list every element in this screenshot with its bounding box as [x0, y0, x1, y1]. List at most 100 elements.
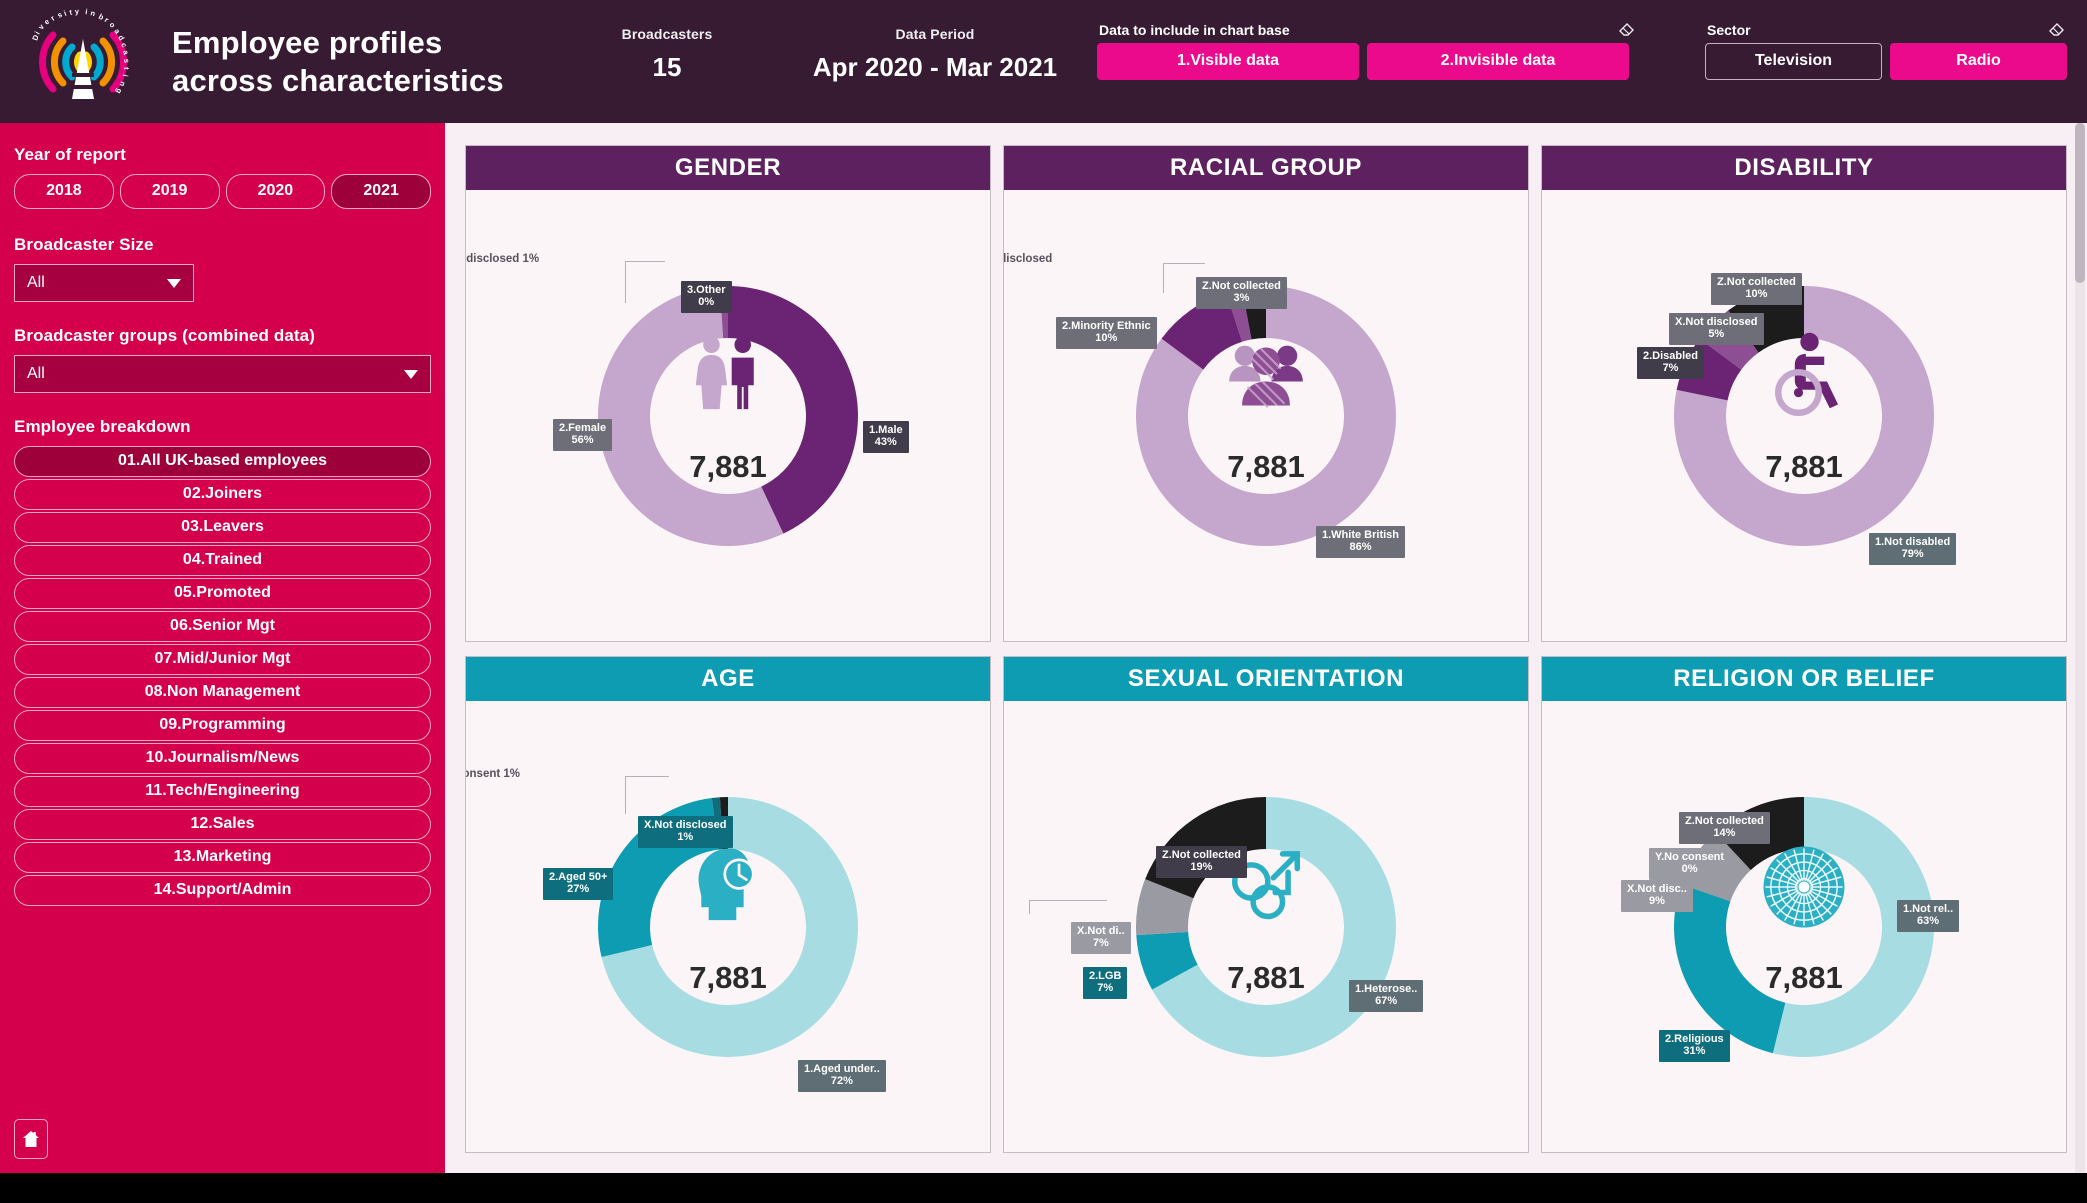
chart-body: 7,8811.Male43%2.Female56%3.Other0%X.Not … — [466, 190, 990, 641]
breakdown-item-01[interactable]: 01.All UK-based employees — [14, 446, 431, 477]
slice-data-label: 2.Aged 50+ 27% — [543, 867, 614, 901]
charts-area: GENDER 7,881 1.Male 43% 2.Female 56% 3.Other 0… — [445, 123, 2087, 1173]
broadcasters-value: 15 — [652, 52, 682, 82]
donut-chart[interactable]: 7,881 1.White British 86% 2.Minority Ethnic… — [1004, 251, 1431, 581]
slice-data-label: Z.Not collected 10% — [1711, 272, 1802, 306]
breakdown-item-12[interactable]: 12.Sales — [14, 809, 431, 840]
breakdown-item-11[interactable]: 11.Tech/Engineering — [14, 776, 431, 807]
dashboard-root: D i v e r s i t y i n b r o a d c a s t … — [0, 0, 2087, 1203]
chevron-down-icon — [167, 278, 181, 288]
svg-text:s: s — [122, 58, 131, 63]
chart-card-disability: DISABILITY 7,881 Z.Not collected 10% X.Not … — [1541, 145, 2067, 642]
breakdown-item-05[interactable]: 05.Promoted — [14, 578, 431, 609]
chart-body: 7,881 Z.Not collected 19% X.Not di.. 7% 2.LGB… — [1004, 701, 1528, 1152]
app-header: D i v e r s i t y i n b r o a d c a s t … — [0, 0, 2087, 123]
broadcasters-kpi: Broadcasters 15 — [582, 26, 752, 83]
breakdown-item-14[interactable]: 14.Support/Admin — [14, 875, 431, 906]
chart-body: 7,881 Z.Not collected 14% Y.No consent 0% X.N… — [1542, 701, 2066, 1152]
callout-leader-line — [625, 775, 669, 814]
chart-title: RELIGION OR BELIEF — [1542, 657, 2066, 701]
sector-option-radio[interactable]: Radio — [1890, 43, 2067, 80]
donut-chart[interactable]: 7,881 Z.Not collected 10% X.Not disclosed 5%… — [1637, 251, 1969, 581]
callout-leader-line — [625, 260, 665, 303]
broadcaster-groups-dropdown[interactable]: All — [14, 355, 431, 393]
clear-filter-icon[interactable] — [1619, 23, 1635, 37]
chart-base-label: Data to include in chart base — [1099, 22, 1290, 38]
breakdown-item-08[interactable]: 08.Non Management — [14, 677, 431, 708]
slice-data-label: Z.Not collected 3% — [1196, 276, 1287, 310]
donut-chart[interactable]: 7,881 X.Not disclosed 1% 2.Aged 50+ 27% 1.Age… — [466, 762, 893, 1093]
chart-base-options: 1.Visible data 2.Invisible data — [1097, 43, 1637, 80]
svg-text:n: n — [89, 8, 96, 18]
vertical-scrollbar[interactable] — [2075, 123, 2085, 1173]
filters-sidebar: Year of report 2018 2019 2020 2021 Broad… — [0, 123, 445, 1173]
slice-data-label: 2.Religious 31% — [1659, 1029, 1730, 1063]
data-period-value: Apr 2020 - Mar 2021 — [812, 52, 1058, 82]
chart-base-slicer: Data to include in chart base 1.Visible … — [1097, 22, 1637, 80]
sector-label: Sector — [1707, 22, 1751, 38]
chart-base-slicer-head: Data to include in chart base — [1097, 22, 1637, 38]
breakdown-item-06[interactable]: 06.Senior Mgt — [14, 611, 431, 642]
year-of-report-label: Year of report — [14, 145, 126, 164]
sector-option-television[interactable]: Television — [1705, 43, 1882, 80]
chart-title: RACIAL GROUP — [1004, 146, 1528, 190]
breakdown-item-02[interactable]: 02.Joiners — [14, 479, 431, 510]
slice-data-label: 1.Aged under.. 72% — [798, 1059, 886, 1093]
breakdown-item-13[interactable]: 13.Marketing — [14, 842, 431, 873]
slice-data-label: X.Not disclosed 1% — [638, 815, 733, 849]
chart-base-option-invisible[interactable]: 2.Invisible data — [1367, 43, 1629, 80]
chart-title: DISABILITY — [1542, 146, 2066, 190]
slice-data-label: 2.LGB 7% — [1083, 966, 1128, 1000]
sector-slicer: Sector Television Radio — [1705, 22, 2067, 80]
breakdown-item-09[interactable]: 09.Programming — [14, 710, 431, 741]
chevron-down-icon — [404, 369, 418, 379]
breakdown-item-07[interactable]: 07.Mid/Junior Mgt — [14, 644, 431, 675]
slice-data-label: X.Not disc.. 9% — [1621, 879, 1693, 913]
donut-chart[interactable]: 7,881 Z.Not collected 14% Y.No consent 0% X.N… — [1621, 762, 1969, 1092]
chart-body: 7,881 X.Not disclosed 1% 2.Aged 50+ 27% 1.Age… — [466, 701, 990, 1152]
slice-data-label: 1.Not disabled 79% — [1869, 532, 1957, 566]
year-option-2021[interactable]: 2021 — [331, 174, 431, 209]
broadcasters-label: Broadcasters — [621, 26, 713, 42]
year-option-2020[interactable]: 2020 — [225, 174, 326, 209]
donut-chart[interactable]: 7,881 Z.Not collected 19% X.Not di.. 7% 2.LGB… — [1029, 762, 1431, 1092]
clear-filter-icon[interactable] — [2049, 23, 2065, 37]
broadcaster-size-value: All — [27, 274, 45, 291]
home-button[interactable] — [14, 1119, 48, 1159]
chart-card-religion-or-belief: RELIGION OR BELIEF 7,881 Z.Not collected 1… — [1541, 656, 2067, 1153]
slice-data-label: Z.Not collected 14% — [1679, 811, 1770, 845]
data-period-label: Data Period — [895, 26, 975, 42]
page-title-line1: Employee profiles — [172, 24, 443, 60]
employee-breakdown-list: 01.All UK-based employees 02.Joiners 03.… — [14, 446, 431, 906]
svg-text:y: y — [75, 7, 81, 16]
charts-grid: GENDER 7,881 1.Male 43% 2.Female 56% 3.Other 0… — [465, 145, 2067, 1153]
chart-card-racial-group: RACIAL GROUP 7,881 1.White British 86% 2.Mi… — [1003, 145, 1529, 642]
broadcaster-size-dropdown[interactable]: All — [14, 264, 194, 302]
chart-base-option-visible[interactable]: 1.Visible data — [1097, 43, 1359, 80]
chart-title: SEXUAL ORIENTATION — [1004, 657, 1528, 701]
slice-callout-label: X.Not disclosed 1% — [466, 252, 540, 265]
brand-logo: D i v e r s i t y i n b r o a d c a s t … — [8, 7, 158, 117]
sector-slicer-head: Sector — [1705, 22, 2067, 38]
chart-card-age: AGE 7,881 X.Not disclosed 1% 2.Aged 50+ 27% 1… — [465, 656, 991, 1153]
broadcaster-groups-value: All — [27, 365, 45, 382]
breakdown-item-10[interactable]: 10.Journalism/News — [14, 743, 431, 774]
breakdown-item-04[interactable]: 04.Trained — [14, 545, 431, 576]
broadcaster-size-label: Broadcaster Size — [14, 235, 154, 254]
page-title-line2: across characteristics — [172, 62, 504, 98]
slice-data-label: 1.Heterose.. 67% — [1349, 979, 1424, 1013]
slice-data-label: 1.Male 43% — [863, 420, 909, 454]
svg-text:i: i — [85, 7, 88, 16]
slice-data-label: 2.Minority Ethnic 10% — [1056, 316, 1157, 350]
year-option-2018[interactable]: 2018 — [14, 174, 114, 209]
slice-data-label: 1.White British 86% — [1316, 525, 1406, 559]
chart-body: 7,881 Z.Not collected 10% X.Not disclosed 5%… — [1542, 190, 2066, 641]
breakdown-item-03[interactable]: 03.Leavers — [14, 512, 431, 543]
slice-data-label: 3.Other 0% — [681, 280, 732, 314]
chart-title: AGE — [466, 657, 990, 701]
year-option-2019[interactable]: 2019 — [119, 174, 220, 209]
donut-chart[interactable]: 7,8811.Male43%2.Female56%3.Other0%X.Not … — [466, 251, 909, 581]
chart-card-gender: GENDER 7,881 1.Male 43% 2.Female 56% 3.Other 0… — [465, 145, 991, 642]
scrollbar-thumb[interactable] — [2075, 123, 2085, 283]
chart-body: 7,881 1.White British 86% 2.Minority Ethnic… — [1004, 190, 1528, 641]
